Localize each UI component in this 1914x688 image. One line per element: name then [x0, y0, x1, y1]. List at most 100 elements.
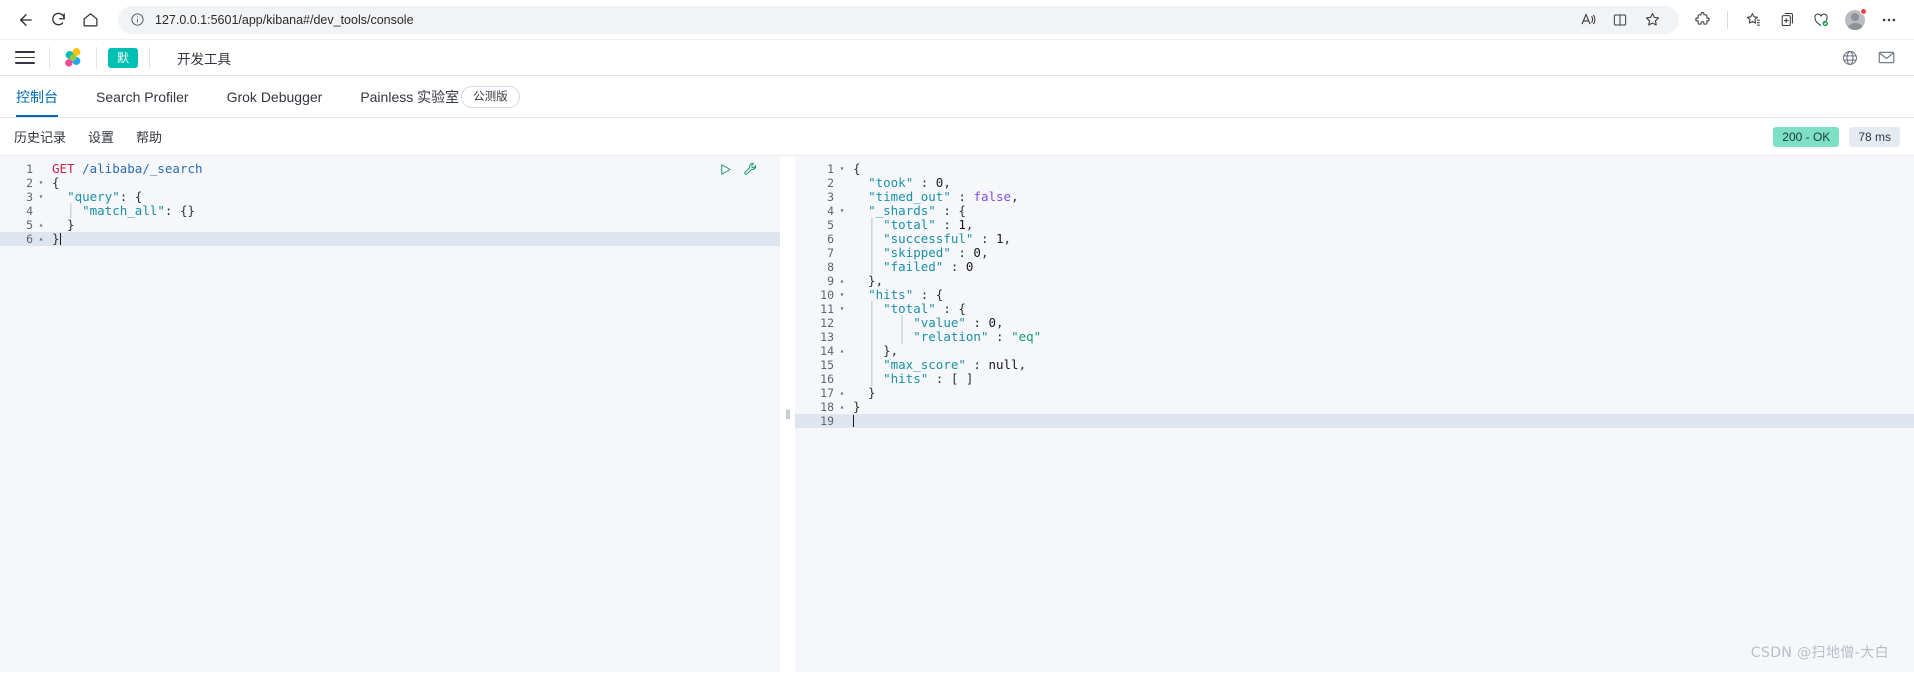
response-status: 200 - OK 78 ms	[1773, 126, 1900, 147]
line-number: 8	[827, 260, 834, 274]
beta-badge: 公测版	[461, 85, 520, 108]
code-text: "hits" : {	[868, 287, 944, 302]
fold-toggle-icon[interactable]: ▴	[837, 400, 847, 414]
code-text: "query": {	[67, 189, 143, 204]
code-line: 6 │ "successful" : 1,	[795, 231, 1914, 247]
code-text: │ "match_all": {}	[52, 203, 196, 218]
code-line: 15 │ "max_score" : null,	[795, 358, 1914, 373]
browser-essentials-icon[interactable]	[1806, 5, 1836, 35]
home-button[interactable]	[74, 4, 106, 36]
code-line: 2 ▾ {	[0, 176, 780, 191]
code-line: 4 ▾ "_shards" : {	[795, 204, 1914, 219]
fold-toggle-icon[interactable]: ▾	[36, 190, 46, 204]
request-code[interactable]: 1 GET /alibaba/_search 2 ▾{3 ▾ "query": {4 │…	[0, 156, 780, 246]
fold-toggle-icon[interactable]: ▾	[837, 302, 847, 316]
code-line: 17 ▴ }	[795, 386, 1914, 401]
code-line: 14 ▴ │ },	[795, 344, 1914, 359]
code-text: │ "successful" : 1,	[853, 231, 1012, 246]
console-toolbar: 历史记录 设置 帮助 200 - OK 78 ms	[0, 118, 1914, 156]
refresh-button[interactable]	[42, 4, 74, 36]
fold-toggle-icon[interactable]: ▾	[837, 162, 847, 176]
star-icon[interactable]	[1637, 5, 1667, 35]
avatar-notification-dot	[1860, 7, 1867, 15]
code-text: "timed_out" : false,	[868, 189, 1019, 204]
tab-console-label: 控制台	[16, 88, 58, 105]
code-line: 4 │ "match_all": {}	[0, 203, 780, 219]
mail-icon[interactable]	[1877, 48, 1896, 67]
line-number: 10	[820, 288, 834, 302]
fold-toggle-icon[interactable]: ▾	[36, 176, 46, 190]
avatar[interactable]	[1840, 5, 1870, 35]
globe-icon[interactable]	[1841, 49, 1859, 67]
line-number: 15	[820, 358, 834, 372]
fold-toggle-icon[interactable]: ▴	[837, 344, 847, 358]
tab-painless-lab-label: Painless 实验室	[360, 88, 460, 105]
code-text: }	[52, 231, 61, 246]
line-number: 4	[827, 204, 834, 218]
code-text: │ "total" : 1,	[853, 217, 974, 232]
menu-toggle-icon[interactable]	[12, 45, 38, 71]
line-number: 17	[820, 386, 834, 400]
play-icon[interactable]	[718, 162, 733, 177]
code-line: 19	[795, 414, 1914, 428]
resize-grip-icon: ‖	[785, 406, 790, 422]
code-line: 18 ▴}	[795, 399, 1914, 415]
history-button[interactable]: 历史记录	[14, 127, 66, 146]
tab-search-profiler[interactable]: Search Profiler	[96, 76, 205, 117]
code-text: {	[853, 161, 861, 176]
line-number: 14	[820, 344, 834, 358]
code-line: 1 GET /alibaba/_search	[0, 162, 780, 177]
code-text: }	[52, 217, 75, 232]
app-title: 开发工具	[177, 51, 231, 67]
line-number: 2	[827, 176, 834, 190]
line-number: 5	[827, 218, 834, 232]
tab-console[interactable]: 控制台	[16, 76, 74, 117]
add-tab-icon[interactable]	[1772, 5, 1802, 35]
code-line: 13 │ │ "relation" : "eq"	[795, 329, 1914, 345]
read-aloud-icon[interactable]	[1573, 5, 1603, 35]
line-number: 13	[820, 330, 834, 344]
collections-icon[interactable]	[1738, 5, 1768, 35]
fold-toggle-icon[interactable]: ▴	[36, 232, 46, 246]
back-button[interactable]	[10, 4, 42, 36]
header-divider-1	[49, 46, 50, 69]
fold-toggle-icon[interactable]: ▴	[837, 274, 847, 288]
code-line: 3 "timed_out" : false,	[795, 189, 1914, 205]
settings-button[interactable]: 设置	[88, 127, 114, 146]
wrench-icon[interactable]	[743, 162, 758, 177]
more-options-icon[interactable]	[1874, 5, 1904, 35]
help-button[interactable]: 帮助	[136, 127, 162, 146]
line-number: 3	[26, 190, 33, 204]
fold-toggle-icon[interactable]: ▾	[837, 288, 847, 302]
response-viewer[interactable]: 1 ▾{2 "took" : 0, 3 "timed_out" : false, 4 ▾…	[795, 156, 1914, 672]
tab-painless-lab[interactable]: Painless 实验室 公测版	[360, 76, 535, 117]
status-badge: 200 - OK	[1773, 126, 1840, 147]
toolbar-divider	[1727, 10, 1728, 29]
fold-toggle-icon[interactable]: ▴	[36, 218, 46, 232]
line-number: 2	[26, 176, 33, 190]
space-badge[interactable]: 默	[108, 47, 138, 68]
tab-grok-debugger-label: Grok Debugger	[226, 88, 323, 105]
line-number: 6	[26, 232, 33, 246]
code-text: │ "total" : {	[853, 301, 966, 316]
watermark: CSDN @扫地僧-大白	[1750, 645, 1889, 661]
code-line: 1 ▾ {	[795, 161, 1914, 177]
address-bar[interactable]: 127.0.0.1:5601/app/kibana#/dev_tools/con…	[118, 5, 1679, 35]
line-number: 7	[827, 246, 834, 260]
pane-resize-handle[interactable]: ‖	[780, 156, 795, 672]
tab-grok-debugger[interactable]: Grok Debugger	[227, 76, 339, 117]
request-editor-actions	[718, 162, 758, 177]
code-text: "took" : 0,	[868, 175, 951, 190]
extensions-icon[interactable]	[1687, 5, 1717, 35]
kibana-header: 默 开发工具	[0, 40, 1914, 76]
elastic-logo-icon[interactable]	[61, 46, 85, 70]
split-screen-icon[interactable]	[1605, 5, 1635, 35]
line-number: 9	[827, 274, 834, 288]
code-line: 10 ▾ "hits" : {	[795, 287, 1914, 303]
tab-search-profiler-label: Search Profiler	[96, 88, 189, 105]
code-text: }	[853, 399, 861, 414]
fold-toggle-icon[interactable]: ▾	[837, 204, 847, 218]
request-editor[interactable]: 1 GET /alibaba/_search 2 ▾{3 ▾ "query": {4 │…	[0, 156, 780, 672]
fold-toggle-icon[interactable]: ▴	[837, 386, 847, 400]
code-text: │ │ "relation" : "eq"	[853, 329, 1042, 344]
